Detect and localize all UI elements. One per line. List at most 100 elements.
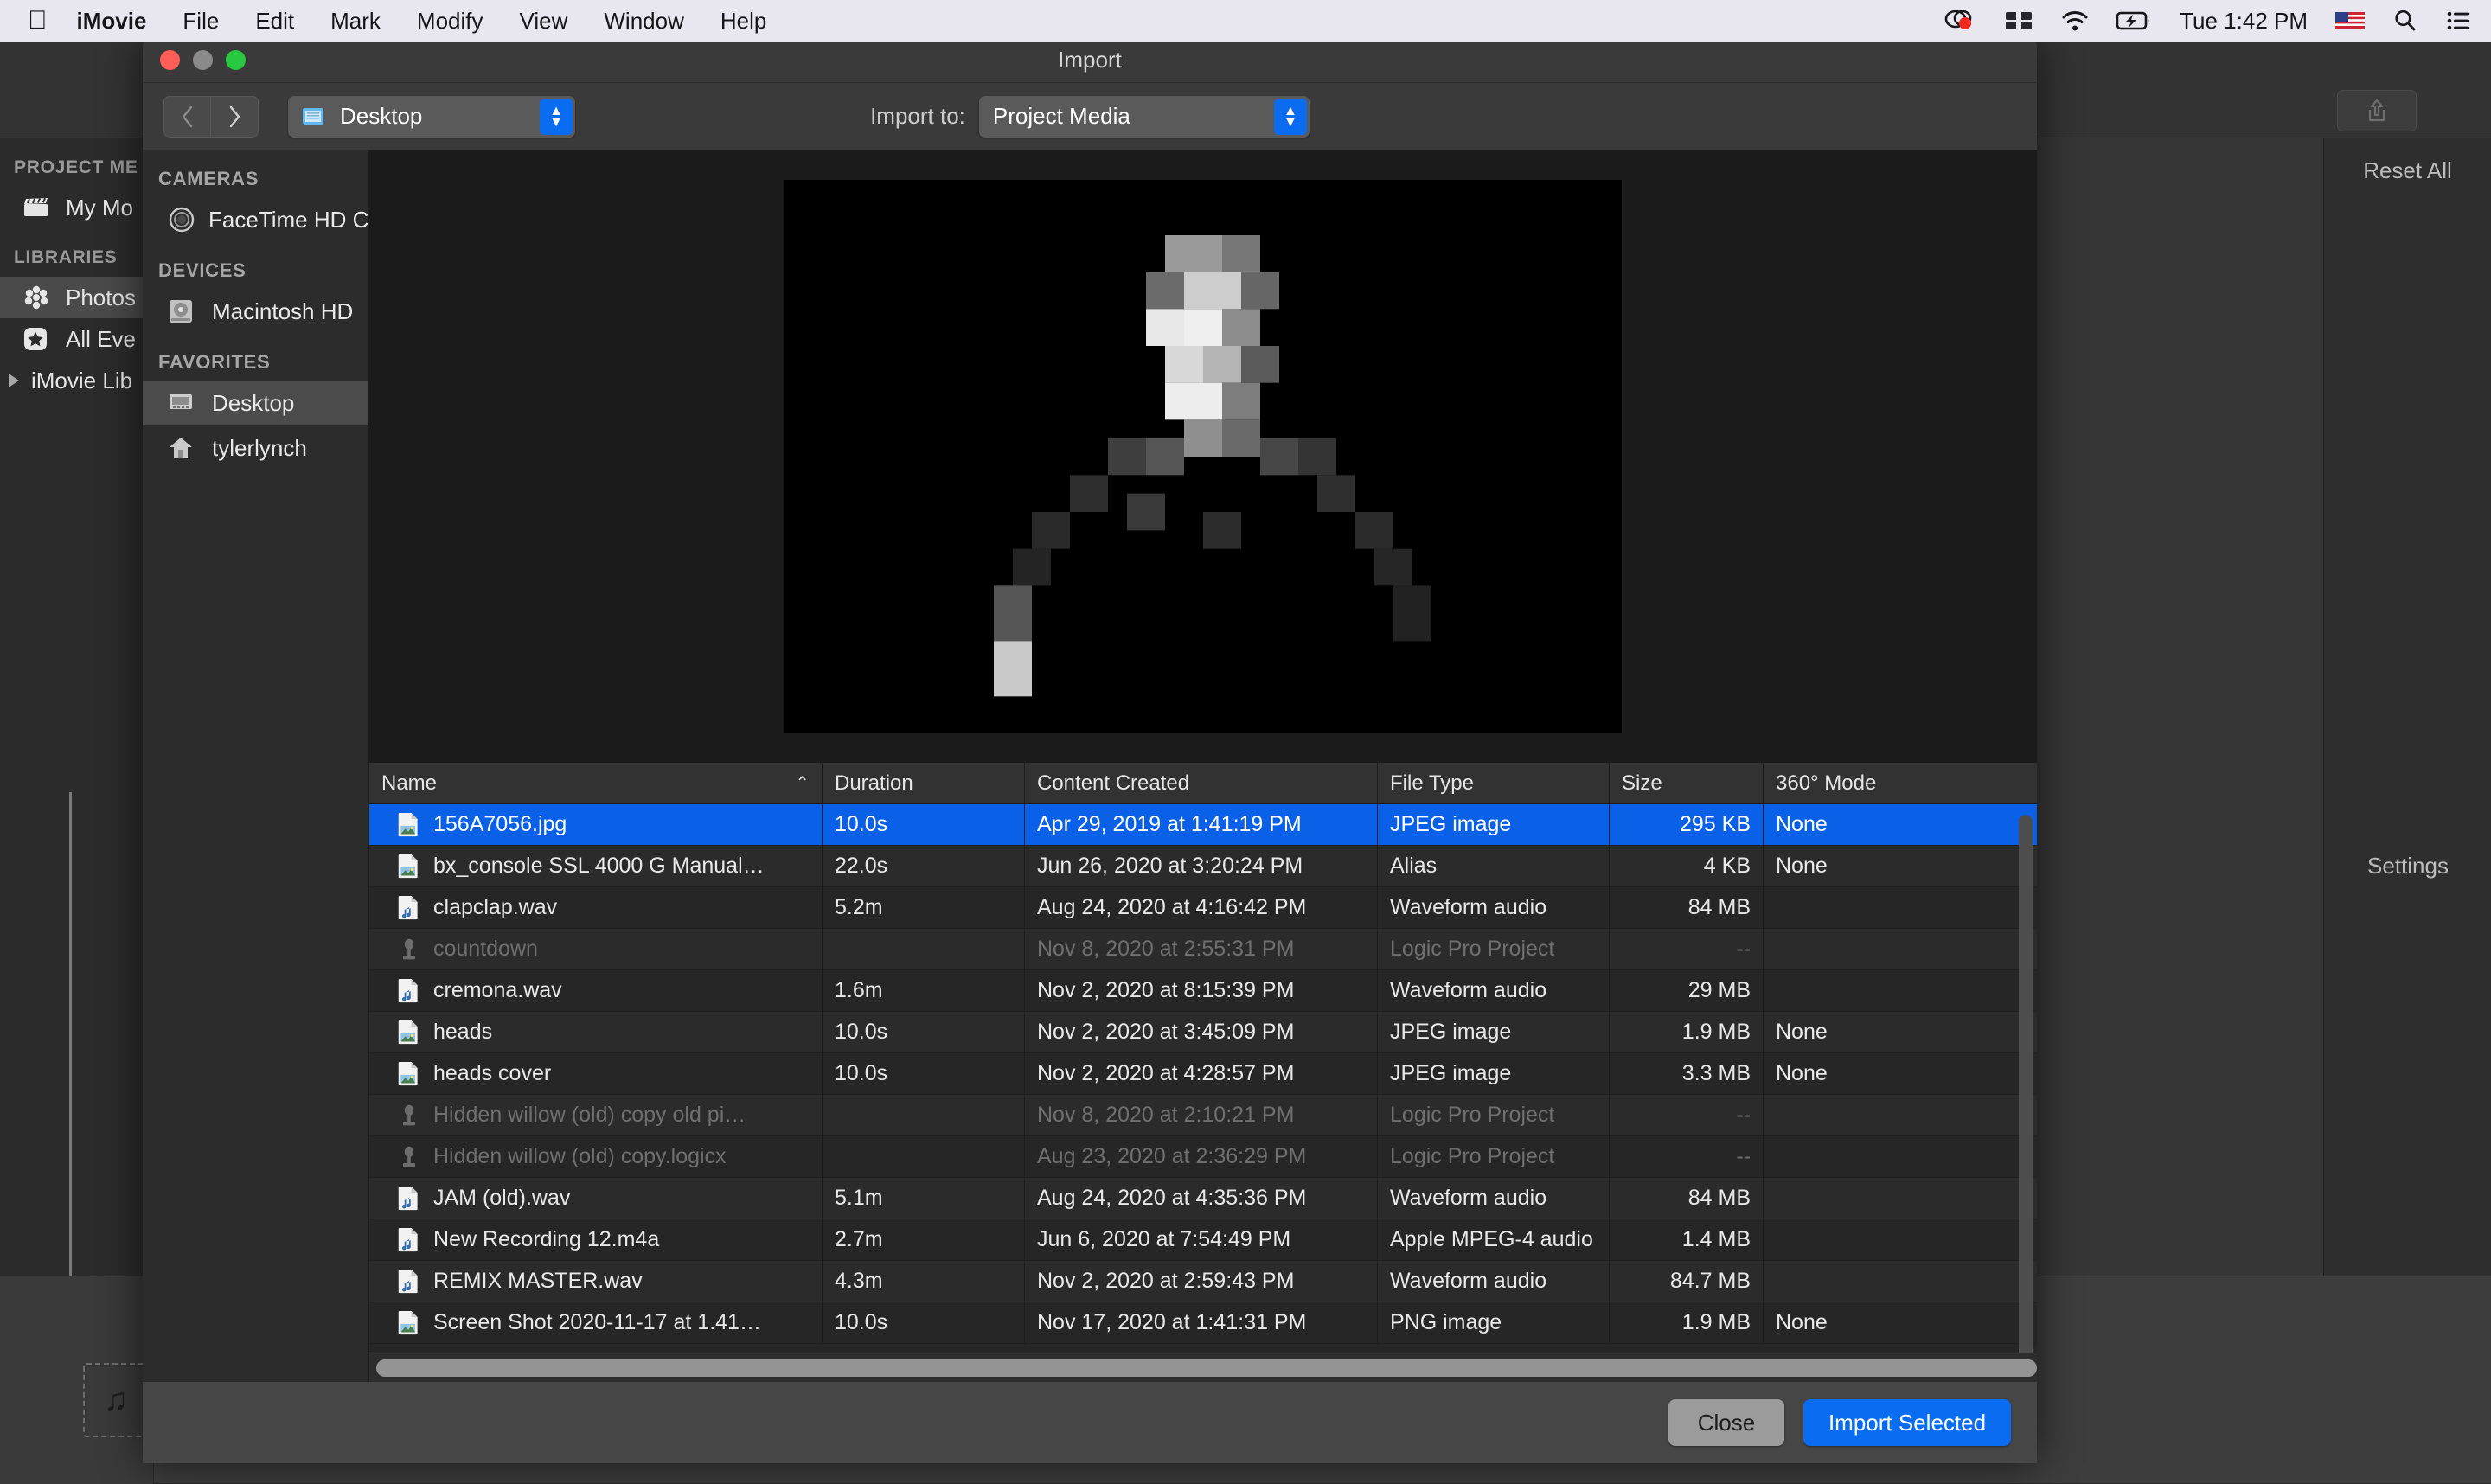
- cell-name: countdown: [369, 929, 823, 969]
- timeline-playhead[interactable]: [69, 792, 72, 1276]
- cell-duration: [823, 1095, 1025, 1135]
- table-row[interactable]: cremona.wav 1.6m Nov 2, 2020 at 8:15:39 PM…: [369, 970, 2037, 1012]
- cell-size: --: [1610, 929, 1764, 969]
- cell-created: Nov 2, 2020 at 3:45:09 PM: [1025, 1012, 1378, 1052]
- cell-value: 10.0s: [835, 1020, 888, 1044]
- sidebar-item-label: FaceTime HD Camera (B…: [208, 206, 368, 233]
- column-header-360-mode[interactable]: 360° Mode: [1764, 763, 2037, 803]
- import-dialog-toolbar: Desktop ▲ ▼ Import to: Project Media ▲ ▼: [143, 83, 2037, 150]
- column-header-name[interactable]: Name ⌃: [369, 763, 823, 803]
- menu-item-view[interactable]: View: [520, 8, 568, 35]
- menu-bar-status-area: Tue 1:42 PM: [1917, 0, 2472, 42]
- audio-file-icon: [397, 1269, 421, 1295]
- record-indicator-icon[interactable]: [1943, 9, 1977, 33]
- cell-created: Jun 26, 2020 at 3:20:24 PM: [1025, 846, 1378, 886]
- menu-item-edit[interactable]: Edit: [255, 8, 294, 35]
- sidebar-item-macintosh-hd[interactable]: Macintosh HD: [143, 289, 368, 334]
- sidebar-item-desktop[interactable]: Desktop: [143, 381, 368, 425]
- sidebar-section-cameras: CAMERAS: [158, 168, 259, 189]
- table-row[interactable]: heads 10.0s Nov 2, 2020 at 3:45:09 PM JPEG …: [369, 1012, 2037, 1053]
- menu-item-imovie[interactable]: iMovie: [77, 8, 147, 35]
- column-header-content-created[interactable]: Content Created: [1025, 763, 1378, 803]
- table-horizontal-scrollbar[interactable]: [369, 1353, 2037, 1382]
- menu-item-modify[interactable]: Modify: [417, 8, 483, 35]
- table-row[interactable]: REMIX MASTER.wav 4.3m Nov 2, 2020 at 2:59:…: [369, 1261, 2037, 1302]
- imovie-sidebar-item-my-movie[interactable]: My Mo: [0, 187, 153, 228]
- table-row[interactable]: JAM (old).wav 5.1m Aug 24, 2020 at 4:35:36…: [369, 1178, 2037, 1219]
- cell-created: Nov 2, 2020 at 4:28:57 PM: [1025, 1053, 1378, 1094]
- sidebar-item-facetime-camera[interactable]: FaceTime HD Camera (B…: [143, 197, 368, 242]
- star-icon: [22, 326, 52, 352]
- cell-value: 84.7 MB: [1669, 1269, 1751, 1293]
- control-center-icon[interactable]: [2444, 10, 2472, 32]
- import-selected-button[interactable]: Import Selected: [1803, 1399, 2011, 1446]
- column-header-size[interactable]: Size: [1610, 763, 1764, 803]
- settings-label[interactable]: Settings: [2324, 853, 2491, 880]
- horizontal-scroll-thumb[interactable]: [376, 1359, 2037, 1377]
- cell-name: REMIX MASTER.wav: [369, 1261, 823, 1302]
- audio-file-icon: [397, 1186, 421, 1212]
- menu-item-help[interactable]: Help: [720, 8, 766, 35]
- hard-drive-icon: [167, 297, 200, 325]
- imovie-section-libraries: LIBRARIES: [14, 247, 118, 267]
- menu-item-file[interactable]: File: [183, 8, 219, 35]
- table-row[interactable]: heads cover 10.0s Nov 2, 2020 at 4:28:57 P…: [369, 1053, 2037, 1095]
- jpeg-file-icon: [397, 1061, 421, 1087]
- table-row[interactable]: clapclap.wav 5.2m Aug 24, 2020 at 4:16:42 …: [369, 887, 2037, 929]
- close-button[interactable]: Close: [1668, 1399, 1784, 1446]
- table-header-row: Name ⌃ Duration Content Created File Typ…: [369, 763, 2037, 804]
- cell-created: Nov 2, 2020 at 8:15:39 PM: [1025, 970, 1378, 1011]
- preview-image: [784, 180, 1622, 733]
- file-name-label: New Recording 12.m4a: [433, 1227, 660, 1251]
- us-flag-icon[interactable]: [2334, 10, 2366, 32]
- menu-item-mark[interactable]: Mark: [330, 8, 381, 35]
- import-to-popup-button[interactable]: Project Media ▲ ▼: [978, 95, 1310, 138]
- file-name-label: heads cover: [433, 1061, 552, 1085]
- column-header-file-type[interactable]: File Type: [1378, 763, 1610, 803]
- timeline-audio-clip[interactable]: ♫: [83, 1363, 149, 1437]
- menu-item-window[interactable]: Window: [604, 8, 683, 35]
- table-row[interactable]: 156A7056.jpg 10.0s Apr 29, 2019 at 1:41:19…: [369, 804, 2037, 846]
- sidebar-item-label: Macintosh HD: [212, 297, 354, 324]
- cell-mode360: [1764, 887, 2037, 928]
- cell-value: Nov 8, 2020 at 2:55:31 PM: [1037, 937, 1295, 961]
- column-header-duration[interactable]: Duration: [823, 763, 1025, 803]
- cell-value: Nov 8, 2020 at 2:10:21 PM: [1037, 1103, 1295, 1127]
- cell-name: Screen Shot 2020-11-17 at 1.41…: [369, 1302, 823, 1343]
- search-icon[interactable]: [2392, 8, 2418, 34]
- table-row[interactable]: bx_console SSL 4000 G Manual… 22.0s Jun 26…: [369, 846, 2037, 887]
- share-button[interactable]: [2337, 90, 2417, 131]
- audio-file-icon: [397, 978, 421, 1004]
- apple-logo-icon[interactable]: : [28, 8, 48, 34]
- cell-value: Aug 24, 2020 at 4:16:42 PM: [1037, 895, 1307, 919]
- cell-value: --: [1736, 1103, 1751, 1127]
- cell-created: Jun 6, 2020 at 7:54:49 PM: [1025, 1219, 1378, 1260]
- file-name-label: Hidden willow (old) copy.logicx: [433, 1144, 727, 1168]
- disclosure-triangle-icon[interactable]: [5, 371, 26, 390]
- display-icon[interactable]: [2003, 9, 2034, 33]
- table-row[interactable]: Hidden willow (old) copy.logicx Aug 23, 2…: [369, 1136, 2037, 1178]
- cell-value: JPEG image: [1390, 1020, 1512, 1044]
- battery-charging-icon[interactable]: [2116, 10, 2152, 32]
- cell-size: 3.3 MB: [1610, 1053, 1764, 1094]
- import-dialog-titlebar: Import: [143, 38, 2037, 83]
- table-row[interactable]: New Recording 12.m4a 2.7m Jun 6, 2020 at 7…: [369, 1219, 2037, 1261]
- chevron-updown-icon[interactable]: ▲ ▼: [1273, 98, 1307, 135]
- table-row[interactable]: Hidden willow (old) copy old pi… Nov 8, 2…: [369, 1095, 2037, 1136]
- imovie-sidebar-item-imovie-library[interactable]: iMovie Lib: [0, 360, 153, 401]
- sidebar-item-tylerlynch[interactable]: tylerlynch: [143, 425, 368, 470]
- imovie-sidebar-item-all-events[interactable]: All Eve: [0, 318, 153, 360]
- cell-mode360: None: [1764, 1302, 2037, 1343]
- cell-filetype: JPEG image: [1378, 1053, 1610, 1094]
- wifi-icon[interactable]: [2060, 9, 2090, 33]
- table-row[interactable]: countdown Nov 8, 2020 at 2:55:31 PM Logic …: [369, 929, 2037, 970]
- menu-bar-clock[interactable]: Tue 1:42 PM: [2180, 8, 2308, 35]
- file-name-label: cremona.wav: [433, 978, 562, 1002]
- cell-duration: 10.0s: [823, 1053, 1025, 1094]
- table-vertical-scrollbar[interactable]: [2019, 815, 2033, 1382]
- cell-value: 84 MB: [1687, 1186, 1751, 1210]
- reset-all-button[interactable]: Reset All: [2324, 138, 2491, 184]
- cell-value: 2.7m: [835, 1227, 883, 1251]
- imovie-sidebar-item-photos[interactable]: Photos: [0, 277, 153, 318]
- table-row[interactable]: Screen Shot 2020-11-17 at 1.41… 10.0s Nov …: [369, 1302, 2037, 1344]
